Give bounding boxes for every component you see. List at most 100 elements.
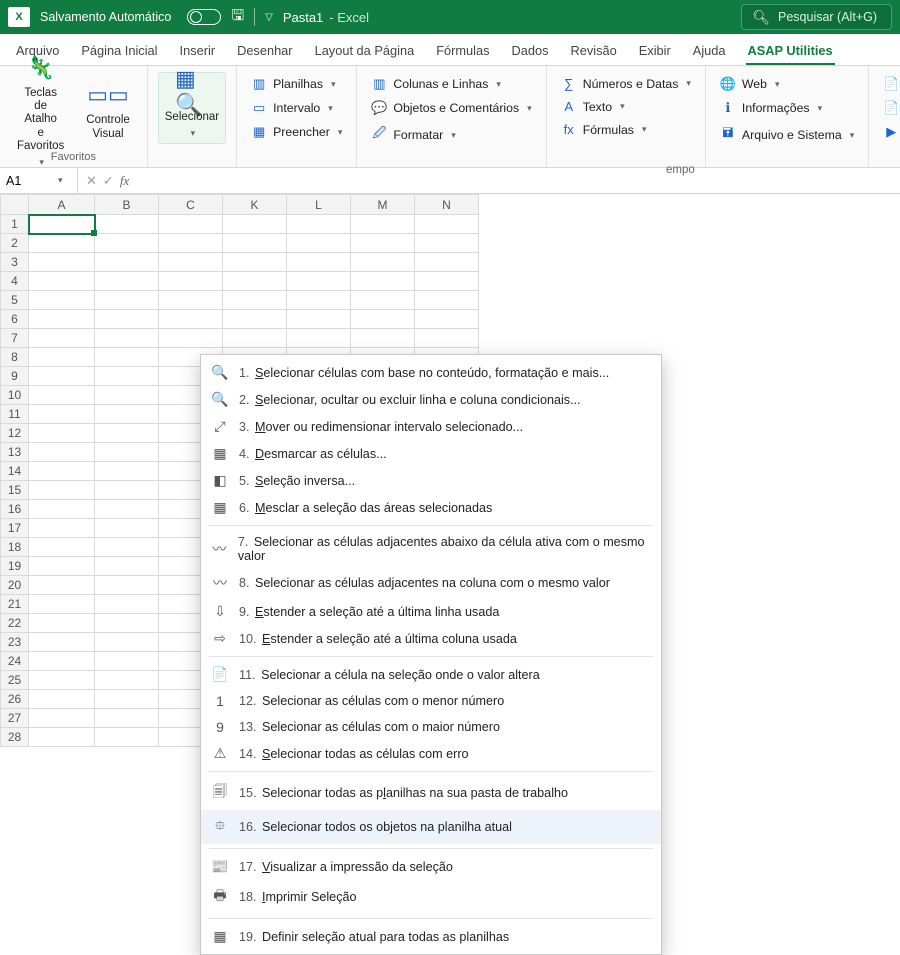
cell-A7[interactable] <box>29 329 95 348</box>
row-header-14[interactable]: 14 <box>1 462 29 481</box>
menu-item-13[interactable]: 913. Selecionar as células com o maior n… <box>201 714 661 740</box>
menu-item-3[interactable]: ⤢3. Mover ou redimensionar intervalo sel… <box>201 413 661 440</box>
cell-A27[interactable] <box>29 709 95 728</box>
cell-B1[interactable] <box>95 215 159 234</box>
select-button[interactable]: ▦🔍 Selecionar ▾ <box>158 72 226 144</box>
cell-M5[interactable] <box>351 291 415 310</box>
cell-M7[interactable] <box>351 329 415 348</box>
ribbon-exp-button[interactable]: 📄Exp <box>879 98 900 118</box>
menu-item-17[interactable]: 📰17. Visualizar a impressão da seleção <box>201 853 661 880</box>
cell-A13[interactable] <box>29 443 95 462</box>
menu-item-11[interactable]: 📄11. Selecionar a célula na seleção onde… <box>201 661 661 688</box>
cell-B15[interactable] <box>95 481 159 500</box>
cell-L7[interactable] <box>287 329 351 348</box>
row-header-18[interactable]: 18 <box>1 538 29 557</box>
cell-B18[interactable] <box>95 538 159 557</box>
cell-B9[interactable] <box>95 367 159 386</box>
column-header-M[interactable]: M <box>351 195 415 215</box>
menu-item-19[interactable]: ▦19. Definir seleção atual para todas as… <box>201 923 661 950</box>
cell-C5[interactable] <box>159 291 223 310</box>
menu-item-18[interactable]: 🖶18. Imprimir Seleção <box>201 880 661 914</box>
menu-item-1[interactable]: 🔍1. Selecionar células com base no conte… <box>201 359 661 386</box>
cell-B24[interactable] <box>95 652 159 671</box>
cancel-icon[interactable]: ✕ <box>86 173 97 189</box>
cell-A2[interactable] <box>29 234 95 253</box>
cell-A21[interactable] <box>29 595 95 614</box>
tab-p-gina-inicial[interactable]: Página Inicial <box>79 37 159 65</box>
cell-A26[interactable] <box>29 690 95 709</box>
row-header-21[interactable]: 21 <box>1 595 29 614</box>
tab-asap-utilities[interactable]: ASAP Utilities <box>746 37 835 65</box>
cell-B13[interactable] <box>95 443 159 462</box>
cell-L5[interactable] <box>287 291 351 310</box>
menu-item-6[interactable]: ▦6. Mesclar a seleção das áreas selecion… <box>201 494 661 521</box>
cell-C2[interactable] <box>159 234 223 253</box>
tab-dados[interactable]: Dados <box>510 37 551 65</box>
cell-B22[interactable] <box>95 614 159 633</box>
tab-ajuda[interactable]: Ajuda <box>691 37 728 65</box>
ribbon-intervalo-button[interactable]: ▭Intervalo▾ <box>247 98 346 118</box>
cell-M1[interactable] <box>351 215 415 234</box>
menu-item-9[interactable]: ⇩9. Estender a seleção até a última linh… <box>201 598 661 625</box>
menu-item-5[interactable]: ◧5. Seleção inversa... <box>201 467 661 494</box>
row-header-16[interactable]: 16 <box>1 500 29 519</box>
column-header-C[interactable]: C <box>159 195 223 215</box>
cell-N1[interactable] <box>415 215 479 234</box>
cell-K3[interactable] <box>223 253 287 272</box>
cell-C1[interactable] <box>159 215 223 234</box>
cell-M2[interactable] <box>351 234 415 253</box>
cell-A18[interactable] <box>29 538 95 557</box>
cell-K6[interactable] <box>223 310 287 329</box>
ribbon-n-meros-e-datas-button[interactable]: ∑Números e Datas▾ <box>557 74 695 93</box>
cell-B10[interactable] <box>95 386 159 405</box>
cell-B5[interactable] <box>95 291 159 310</box>
cell-A22[interactable] <box>29 614 95 633</box>
row-header-5[interactable]: 5 <box>1 291 29 310</box>
cell-C3[interactable] <box>159 253 223 272</box>
cell-K5[interactable] <box>223 291 287 310</box>
save-icon[interactable]: 🖫 <box>231 5 244 30</box>
cell-B8[interactable] <box>95 348 159 367</box>
tab-inserir[interactable]: Inserir <box>178 37 218 65</box>
menu-item-7[interactable]: 〰7. Selecionar as células adjacentes aba… <box>201 530 661 568</box>
cell-A17[interactable] <box>29 519 95 538</box>
ribbon-web-button[interactable]: 🌐Web▾ <box>716 74 858 94</box>
ribbon-formatar-button[interactable]: 🖉Formatar▾ <box>367 122 535 148</box>
tab-layout-da-p-gina[interactable]: Layout da Página <box>313 37 417 65</box>
cell-B3[interactable] <box>95 253 159 272</box>
cell-B25[interactable] <box>95 671 159 690</box>
cell-N7[interactable] <box>415 329 479 348</box>
cell-B17[interactable] <box>95 519 159 538</box>
row-header-2[interactable]: 2 <box>1 234 29 253</box>
row-header-12[interactable]: 12 <box>1 424 29 443</box>
menu-item-10[interactable]: ⇨10. Estender a seleção até a última col… <box>201 625 661 652</box>
cell-M4[interactable] <box>351 272 415 291</box>
name-box-input[interactable] <box>6 174 52 188</box>
row-header-13[interactable]: 13 <box>1 443 29 462</box>
cell-L4[interactable] <box>287 272 351 291</box>
chevron-down-icon[interactable]: ▾ <box>58 175 63 186</box>
cell-A9[interactable] <box>29 367 95 386</box>
cell-B20[interactable] <box>95 576 159 595</box>
search-box[interactable]: 🔍︎ Pesquisar (Alt+G) <box>741 4 892 30</box>
cell-K4[interactable] <box>223 272 287 291</box>
cell-N2[interactable] <box>415 234 479 253</box>
cell-B16[interactable] <box>95 500 159 519</box>
row-header-24[interactable]: 24 <box>1 652 29 671</box>
cell-N3[interactable] <box>415 253 479 272</box>
cell-L2[interactable] <box>287 234 351 253</box>
cell-B12[interactable] <box>95 424 159 443</box>
row-header-19[interactable]: 19 <box>1 557 29 576</box>
cell-K1[interactable] <box>223 215 287 234</box>
row-header-8[interactable]: 8 <box>1 348 29 367</box>
cell-A3[interactable] <box>29 253 95 272</box>
ribbon-colunas-e-linhas-button[interactable]: ▥Colunas e Linhas▾ <box>367 74 535 94</box>
menu-item-16[interactable]: ⯐16. Selecionar todos os objetos na plan… <box>201 810 661 844</box>
cell-M6[interactable] <box>351 310 415 329</box>
row-header-9[interactable]: 9 <box>1 367 29 386</box>
column-header-L[interactable]: L <box>287 195 351 215</box>
cell-A6[interactable] <box>29 310 95 329</box>
qat-chevron-icon[interactable]: ▽ <box>265 12 273 23</box>
ribbon-informa-es-button[interactable]: ℹInformações▾ <box>716 98 858 118</box>
row-header-25[interactable]: 25 <box>1 671 29 690</box>
